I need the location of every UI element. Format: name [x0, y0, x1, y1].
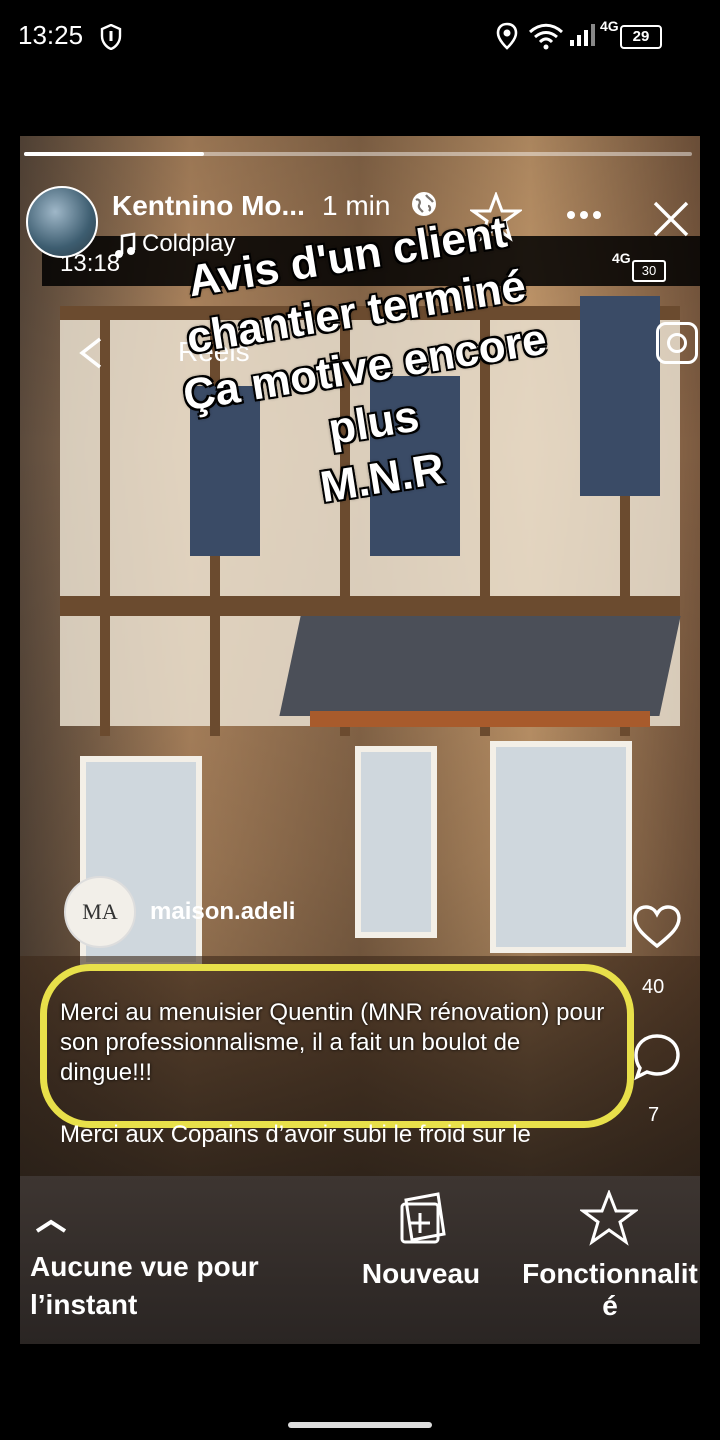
- brand-avatar: MA: [64, 876, 136, 948]
- shield-icon: [100, 23, 122, 55]
- review-text-next: Merci aux Copains d’avoir subi le froid …: [60, 1121, 531, 1148]
- author-name[interactable]: Kentnino Mo...: [112, 190, 305, 222]
- music-note-icon: [114, 232, 136, 265]
- chevron-up-icon[interactable]: [34, 1218, 68, 1239]
- brand-name: maison.adeli: [150, 898, 296, 925]
- instagram-icon: [656, 322, 698, 364]
- feature-star-icon[interactable]: [578, 1188, 640, 1251]
- add-story-icon[interactable]: [394, 1190, 450, 1251]
- comment-icon: [632, 1032, 682, 1087]
- comment-count: 7: [648, 1104, 660, 1126]
- author-avatar[interactable]: [26, 186, 98, 258]
- battery-indicator: 29: [620, 25, 662, 49]
- gesture-navigation-bar[interactable]: [288, 1422, 432, 1428]
- story-progress-fill: [24, 152, 205, 156]
- network-type: 4G: [600, 18, 619, 34]
- heart-icon: [632, 904, 682, 955]
- post-age: 1 min: [322, 190, 391, 221]
- status-time: 13:25: [18, 20, 84, 50]
- review-text: Merci au menuisier Quentin (MNR rénovati…: [60, 999, 605, 1086]
- status-bar: 13:25 4G 29: [0, 0, 720, 72]
- wifi-icon: [528, 22, 564, 55]
- views-status[interactable]: Aucune vue pour l’instant: [30, 1248, 310, 1324]
- close-icon[interactable]: [652, 200, 690, 243]
- story-progress-bar: [24, 152, 692, 156]
- story-bottom-bar: Aucune vue pour l’instant Nouveau Foncti…: [20, 1176, 700, 1344]
- new-button[interactable]: Nouveau: [356, 1258, 486, 1290]
- signal-icon: [568, 20, 598, 53]
- story-viewer[interactable]: 13:18 4G 30 Kentnino Mo... 1 min Coldpla…: [20, 136, 700, 1344]
- feature-button[interactable]: Fonctionnalité: [520, 1258, 700, 1322]
- location-icon: [496, 22, 518, 55]
- like-count: 40: [642, 976, 665, 998]
